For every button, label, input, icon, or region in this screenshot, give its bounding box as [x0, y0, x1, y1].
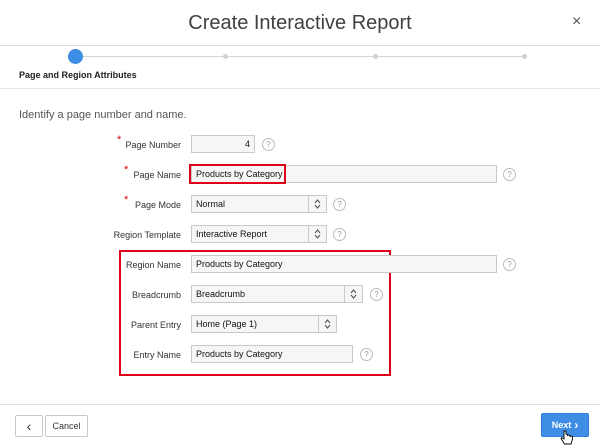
select-arrows-icon [308, 196, 326, 212]
help-icon[interactable]: ? [360, 348, 373, 361]
select-arrows-icon [308, 226, 326, 242]
page-mode-select[interactable]: Normal [191, 195, 327, 213]
region-template-label: Region Template [113, 230, 181, 240]
parent-entry-label: Parent Entry [130, 320, 181, 330]
breadcrumb-value: Breadcrumb [196, 289, 246, 299]
previous-button[interactable]: ‹ [15, 415, 43, 437]
parent-entry-value: Home (Page 1) [196, 319, 258, 329]
wizard-progress-track [75, 56, 527, 57]
help-icon[interactable]: ? [333, 228, 346, 241]
wizard-step-2 [223, 54, 228, 59]
page-mode-value: Normal [196, 199, 226, 209]
region-name-label: Region Name [125, 260, 181, 270]
page-number-label: Page Number [125, 140, 181, 150]
page-name-label: Page Name [133, 170, 181, 180]
breadcrumb-label: Breadcrumb [131, 290, 181, 300]
help-icon[interactable]: ? [333, 198, 346, 211]
hand-cursor-icon [560, 430, 573, 445]
wizard-step-3 [373, 54, 378, 59]
intro-text: Identify a page number and name. [19, 109, 187, 121]
step-divider [0, 88, 600, 89]
wizard-step-label: Page and Region Attributes [19, 70, 137, 80]
parent-entry-select[interactable]: Home (Page 1) [191, 315, 337, 333]
page-number-input[interactable]: 4 [191, 135, 255, 153]
wizard-step-current [68, 49, 83, 64]
cancel-button[interactable]: Cancel [45, 415, 88, 437]
page-name-highlight [189, 164, 286, 184]
help-icon[interactable]: ? [503, 168, 516, 181]
entry-name-input[interactable]: Products by Category [191, 345, 353, 363]
help-icon[interactable]: ? [503, 258, 516, 271]
region-template-value: Interactive Report [196, 229, 268, 239]
dialog-title: Create Interactive Report [188, 12, 412, 34]
title-divider [0, 45, 600, 46]
select-arrows-icon [344, 286, 362, 302]
breadcrumb-select[interactable]: Breadcrumb [191, 285, 363, 303]
region-template-select[interactable]: Interactive Report [191, 225, 327, 243]
help-icon[interactable]: ? [262, 138, 275, 151]
select-arrows-icon [318, 316, 336, 332]
entry-name-label: Entry Name [133, 350, 181, 360]
help-icon[interactable]: ? [370, 288, 383, 301]
footer-divider [0, 404, 600, 405]
page-mode-label: Page Mode [134, 200, 181, 210]
next-button-label: Next [551, 420, 572, 430]
region-name-input[interactable]: Products by Category [191, 255, 497, 273]
close-icon[interactable]: × [572, 13, 581, 31]
chevron-right-icon: › [574, 418, 579, 432]
create-interactive-report-dialog: Create Interactive Report × Page and Reg… [0, 0, 600, 448]
wizard-step-4 [522, 54, 527, 59]
